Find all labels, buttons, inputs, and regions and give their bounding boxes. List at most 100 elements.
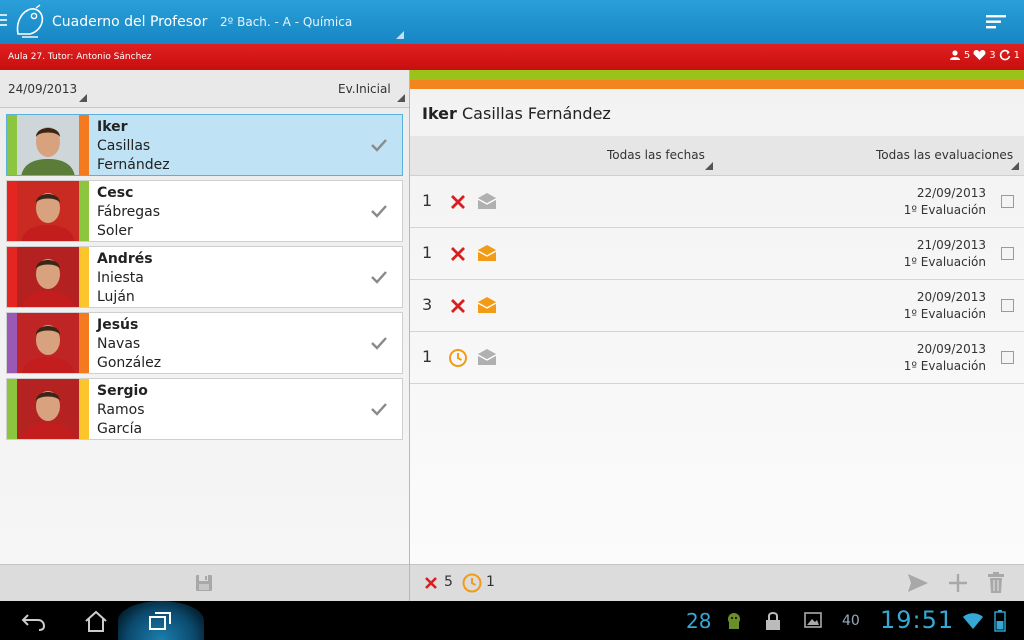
record-count: 1 (422, 191, 433, 210)
absence-x-icon[interactable] (448, 244, 468, 264)
home-icon[interactable] (84, 610, 108, 632)
student-last-name-1: Fábregas (97, 204, 161, 220)
student-photo (17, 247, 79, 307)
student-card[interactable]: Sergio Ramos García (6, 378, 403, 440)
envelope-icon[interactable] (476, 191, 498, 211)
notification-count: 28 (686, 609, 712, 633)
panel-divider (409, 70, 410, 601)
record-row[interactable]: 1 20/09/2013 1º Evaluación (410, 332, 1024, 384)
add-icon[interactable] (947, 572, 969, 594)
class-selector[interactable]: 2º Bach. - A - Química (220, 15, 406, 41)
android-notification-icon[interactable] (726, 611, 742, 631)
record-list: 1 22/09/2013 1º Evaluación 1 21/09/2013 1º Ev… (410, 176, 1024, 384)
check-icon[interactable] (370, 269, 388, 285)
record-date-block: 20/09/2013 1º Evaluación (904, 289, 986, 323)
student-list-panel: 24/09/2013 Ev.Inicial Iker Casillas Fernán… (0, 70, 409, 564)
dropdown-corner-icon (1011, 162, 1020, 170)
envelope-icon[interactable] (476, 295, 498, 315)
date-filter-label: 24/09/2013 (8, 82, 78, 96)
absence-x-icon[interactable] (448, 296, 468, 316)
record-evaluation: 1º Evaluación (903, 203, 986, 217)
student-photo (17, 181, 79, 241)
absence-x-icon[interactable] (448, 192, 468, 212)
late-clock-icon[interactable] (448, 348, 468, 368)
delete-icon[interactable] (987, 572, 1005, 594)
evaluation-filter-dropdown[interactable]: Ev.Inicial (338, 82, 405, 102)
owl-logo-icon[interactable] (12, 4, 48, 40)
student-card[interactable]: Iker Casillas Fernández (6, 114, 403, 176)
refresh-icon (999, 49, 1010, 61)
record-checkbox[interactable] (1001, 247, 1014, 260)
record-row[interactable]: 1 21/09/2013 1º Evaluación (410, 228, 1024, 280)
check-icon[interactable] (370, 137, 388, 153)
record-date: 22/09/2013 (916, 186, 986, 200)
student-color-tag-right (79, 379, 89, 439)
sort-icon[interactable] (984, 12, 1008, 32)
record-row[interactable]: 3 20/09/2013 1º Evaluación (410, 280, 1024, 332)
student-color-tag-left (7, 247, 17, 307)
dates-filter-dropdown[interactable]: Todas las fechas (607, 148, 713, 170)
image-notification-icon[interactable] (804, 612, 822, 628)
record-date: 20/09/2013 (916, 342, 986, 356)
student-detail-panel: Iker Casillas Fernández Todas las fechas… (410, 70, 1024, 564)
record-date-block: 22/09/2013 1º Evaluación (904, 185, 986, 219)
hearts-count: 3 (989, 49, 996, 61)
detail-action-bar: 5 1 (410, 564, 1024, 601)
student-photo (17, 115, 79, 175)
evaluations-filter-dropdown[interactable]: Todas las evaluaciones (876, 148, 1020, 170)
student-color-tag-left (7, 181, 17, 241)
dropdown-corner-icon (396, 94, 405, 102)
drawer-menu-icon[interactable] (0, 14, 8, 30)
list-action-bar (0, 564, 409, 601)
record-checkbox[interactable] (1001, 195, 1014, 208)
app-header: Cuaderno del Profesor 2º Bach. - A - Quí… (0, 0, 1024, 44)
lock-icon[interactable] (764, 610, 782, 632)
student-last-name-1: Casillas (97, 138, 151, 154)
students-count: 5 (963, 49, 971, 61)
record-count: 3 (422, 295, 433, 314)
evaluation-filter-label: Ev.Inicial (338, 82, 391, 96)
record-checkbox[interactable] (1001, 351, 1014, 364)
check-icon[interactable] (370, 335, 388, 351)
student-first-name: Sergio (97, 383, 148, 399)
color-band-green (410, 70, 1024, 80)
student-last-name-2: Fernández (97, 157, 170, 173)
student-names: Andrés Iniesta Luján (89, 247, 153, 307)
recent-apps-icon[interactable] (148, 611, 172, 631)
student-names: Jesús Navas González (89, 313, 161, 373)
student-card[interactable]: Andrés Iniesta Luján (6, 246, 403, 308)
student-first-name: Andrés (97, 251, 153, 267)
check-icon[interactable] (370, 401, 388, 417)
student-last-name-2: Luján (97, 289, 135, 305)
student-color-tag-right (79, 115, 89, 175)
student-first-name: Iker (97, 119, 128, 135)
record-count: 1 (422, 347, 433, 366)
envelope-icon[interactable] (476, 347, 498, 367)
refresh-count: 1 (1013, 49, 1020, 61)
save-icon[interactable] (194, 573, 214, 593)
student-last-name-2: Soler (97, 223, 133, 239)
record-row[interactable]: 1 22/09/2013 1º Evaluación (410, 176, 1024, 228)
student-names: Sergio Ramos García (89, 379, 148, 439)
record-checkbox[interactable] (1001, 299, 1014, 312)
late-clock-icon (462, 573, 482, 593)
student-photo (17, 313, 79, 373)
student-last-name-1: Navas (97, 336, 141, 352)
envelope-icon[interactable] (476, 243, 498, 263)
student-first-name: Jesús (97, 317, 139, 333)
list-filters: 24/09/2013 Ev.Inicial (0, 70, 409, 108)
date-filter-dropdown[interactable]: 24/09/2013 (8, 82, 88, 102)
absences-total: 5 (444, 574, 453, 590)
student-color-tag-right (79, 247, 89, 307)
student-card[interactable]: Cesc Fábregas Soler (6, 180, 403, 242)
send-icon[interactable] (907, 573, 929, 593)
student-last-name: Casillas Fernández (462, 104, 611, 123)
student-color-tag-left (7, 115, 17, 175)
check-icon[interactable] (370, 203, 388, 219)
class-selector-label: 2º Bach. - A - Química (220, 15, 353, 29)
student-last-name-2: García (97, 421, 143, 437)
back-icon[interactable] (20, 611, 46, 631)
student-card[interactable]: Jesús Navas González (6, 312, 403, 374)
dates-filter-label: Todas las fechas (607, 148, 705, 162)
record-evaluation: 1º Evaluación (903, 307, 986, 321)
